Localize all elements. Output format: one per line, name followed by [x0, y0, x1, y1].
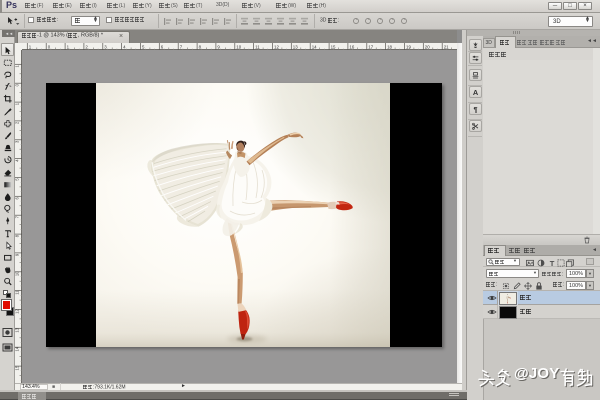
svg-text:6: 6 — [15, 196, 20, 199]
svg-text:3: 3 — [15, 140, 20, 143]
svg-text:1: 1 — [15, 64, 20, 67]
svg-text:15: 15 — [15, 365, 20, 370]
svg-text:7: 7 — [15, 215, 20, 218]
svg-text:1: 1 — [29, 44, 32, 49]
svg-text:15: 15 — [331, 44, 336, 49]
svg-text:¶: ¶ — [473, 105, 477, 114]
svg-text:13: 13 — [15, 327, 20, 332]
svg-text:17: 17 — [368, 44, 373, 49]
svg-text:1: 1 — [15, 102, 20, 105]
svg-text:1: 1 — [67, 44, 70, 49]
svg-text:T: T — [550, 259, 555, 267]
svg-text:0: 0 — [48, 44, 51, 49]
svg-text:16: 16 — [349, 44, 354, 49]
svg-text:0: 0 — [15, 83, 20, 86]
svg-text:21: 21 — [444, 44, 449, 49]
svg-text:7: 7 — [180, 44, 183, 49]
svg-text:18: 18 — [387, 44, 392, 49]
svg-text:4: 4 — [15, 159, 20, 162]
svg-text:5: 5 — [142, 44, 145, 49]
svg-text:9: 9 — [15, 253, 20, 256]
svg-text:2: 2 — [15, 121, 20, 124]
svg-text:8: 8 — [15, 234, 20, 237]
svg-text:14: 14 — [15, 346, 20, 351]
svg-text:9: 9 — [217, 44, 220, 49]
svg-text:12: 12 — [274, 44, 279, 49]
svg-text:13: 13 — [293, 44, 298, 49]
svg-text:19: 19 — [406, 44, 411, 49]
svg-text:3: 3 — [104, 44, 107, 49]
svg-text:20: 20 — [425, 44, 430, 49]
svg-text:8: 8 — [199, 44, 202, 49]
svg-text:11: 11 — [15, 290, 20, 295]
svg-text:A: A — [472, 88, 478, 97]
svg-text:14: 14 — [312, 44, 317, 49]
svg-text:6: 6 — [161, 44, 164, 49]
svg-text:10: 10 — [236, 44, 241, 49]
svg-text:11: 11 — [255, 44, 260, 49]
svg-text:4: 4 — [123, 44, 126, 49]
svg-text:10: 10 — [15, 271, 20, 276]
svg-text:12: 12 — [15, 309, 20, 314]
svg-text:5: 5 — [15, 178, 20, 181]
svg-text:2: 2 — [85, 44, 88, 49]
